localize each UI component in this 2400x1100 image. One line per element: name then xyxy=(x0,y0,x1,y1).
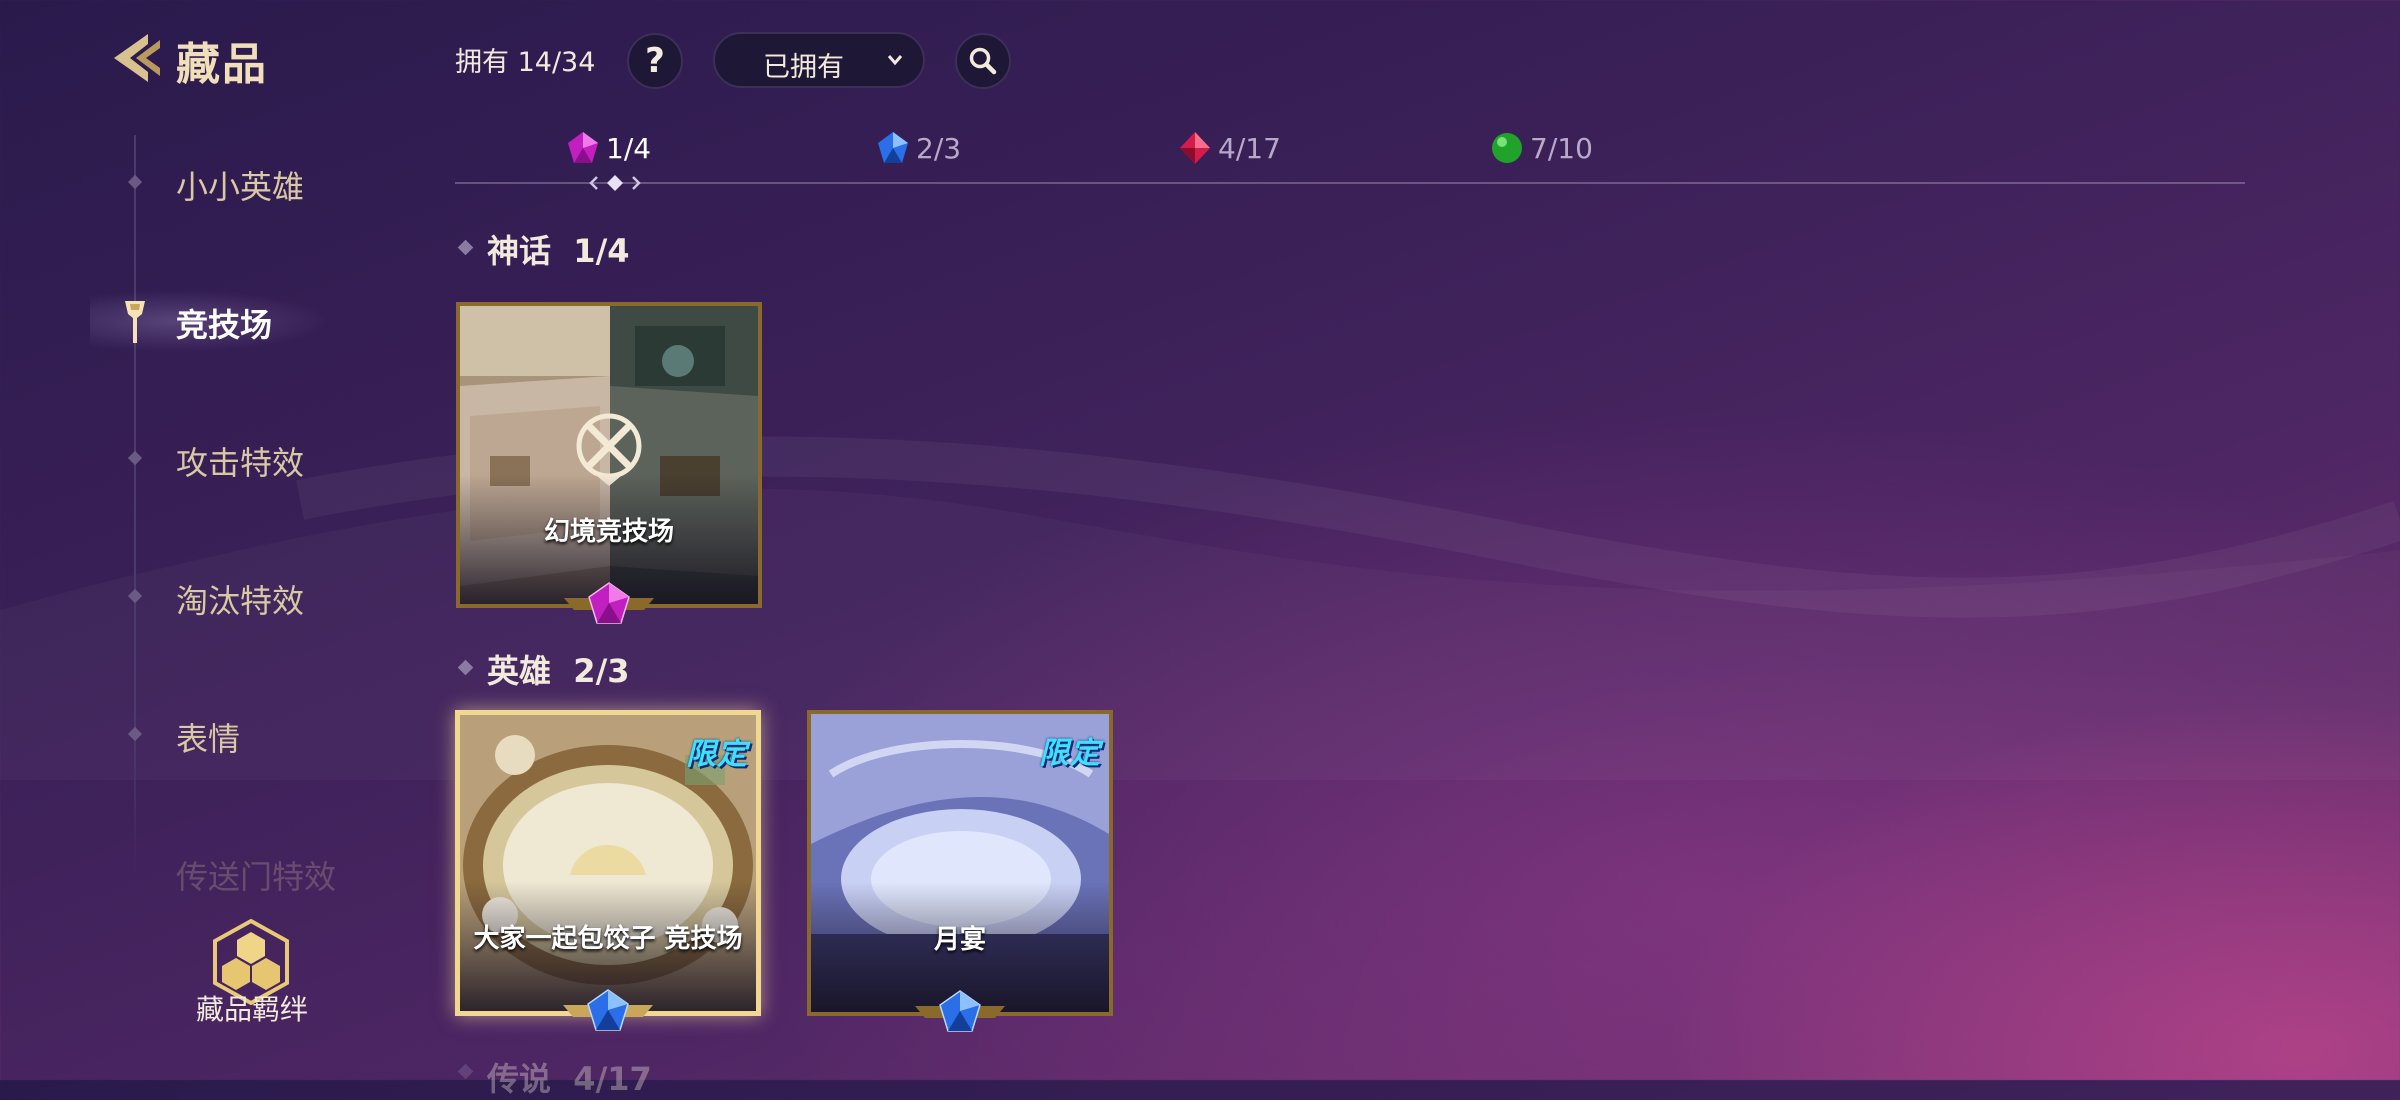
search-button[interactable] xyxy=(955,33,1011,89)
help-button[interactable]: ? xyxy=(627,33,683,89)
page-title: 藏品 xyxy=(176,39,268,90)
blue-gem-icon xyxy=(878,132,908,163)
owned-count: 拥有 14/34 xyxy=(455,47,596,78)
background-wave xyxy=(296,436,2400,618)
nav-dot xyxy=(127,450,143,466)
collection-card-selected[interactable]: 限定 大家一起包饺子 竞技场 xyxy=(455,710,761,1031)
limited-badge: 限定 xyxy=(686,737,748,772)
ownership-filter-dropdown[interactable]: 已拥有 xyxy=(713,32,925,88)
collection-card[interactable]: 幻境竞技场 xyxy=(456,302,762,624)
green-orb-icon xyxy=(1492,133,1522,163)
sidebar-item-portal-effects[interactable]: 传送门特效 xyxy=(176,852,336,898)
section-title-mythic: 神话 1/4 xyxy=(487,226,630,272)
red-gem-icon xyxy=(1180,132,1210,164)
section-title-epic: 英雄 2/3 xyxy=(487,646,630,692)
collection-card[interactable]: 限定 月宴 xyxy=(807,710,1113,1032)
card-name: 大家一起包饺子 竞技场 xyxy=(473,924,743,954)
nav-dot xyxy=(127,588,143,604)
purple-gem-icon xyxy=(568,132,598,163)
nav-dot xyxy=(127,174,143,190)
sidebar-rail xyxy=(134,135,136,875)
card-name: 月宴 xyxy=(933,925,986,955)
section-name: 神话 xyxy=(487,232,552,270)
section-count: 2/3 xyxy=(573,652,630,690)
section-dot xyxy=(457,659,474,676)
tab-rarity-legendary[interactable]: 4/17 xyxy=(1178,128,1281,168)
card-name: 幻境竞技场 xyxy=(543,517,674,547)
rarity-count: 2/3 xyxy=(916,131,962,165)
help-icon: ? xyxy=(645,41,665,81)
section-dot xyxy=(457,1063,474,1080)
section-count: 4/17 xyxy=(573,1060,652,1098)
collection-bond-label[interactable]: 藏品羁绊 xyxy=(196,988,308,1028)
rarity-count: 4/17 xyxy=(1218,131,1281,165)
chevron-down-icon xyxy=(887,55,903,66)
purple-gem-icon xyxy=(588,582,630,624)
sidebar-item-little-legends[interactable]: 小小英雄 xyxy=(176,162,304,208)
blue-gem-icon xyxy=(939,990,981,1032)
nav-dot xyxy=(127,726,143,742)
search-icon xyxy=(969,47,997,75)
section-dot xyxy=(457,239,474,256)
rarity-count: 1/4 xyxy=(606,131,652,165)
limited-badge: 限定 xyxy=(1039,736,1101,771)
section-count: 1/4 xyxy=(573,232,630,270)
tab-rarity-epic[interactable]: 2/3 xyxy=(876,128,961,168)
section-name: 英雄 xyxy=(487,652,552,690)
sidebar-item-attack-effects[interactable]: 攻击特效 xyxy=(176,438,304,484)
arena-tab-icon xyxy=(125,301,145,343)
sidebar-item-knockout-effects[interactable]: 淘汰特效 xyxy=(176,576,304,622)
blue-gem-icon xyxy=(587,989,629,1031)
tab-rarity-mythic[interactable]: 1/4 xyxy=(566,128,651,168)
filter-value: 已拥有 xyxy=(763,52,844,83)
rarity-count: 7/10 xyxy=(1530,131,1593,165)
tab-underline xyxy=(455,182,2245,184)
back-arrow-icon[interactable] xyxy=(108,30,168,86)
sidebar-item-arena[interactable]: 竞技场 xyxy=(176,300,272,346)
sidebar-item-emotes[interactable]: 表情 xyxy=(176,714,240,760)
active-tab-indicator xyxy=(589,175,641,191)
section-title-legendary: 传说 4/17 xyxy=(487,1054,652,1100)
section-name: 传说 xyxy=(487,1060,552,1098)
tab-rarity-rare[interactable]: 7/10 xyxy=(1490,128,1593,168)
